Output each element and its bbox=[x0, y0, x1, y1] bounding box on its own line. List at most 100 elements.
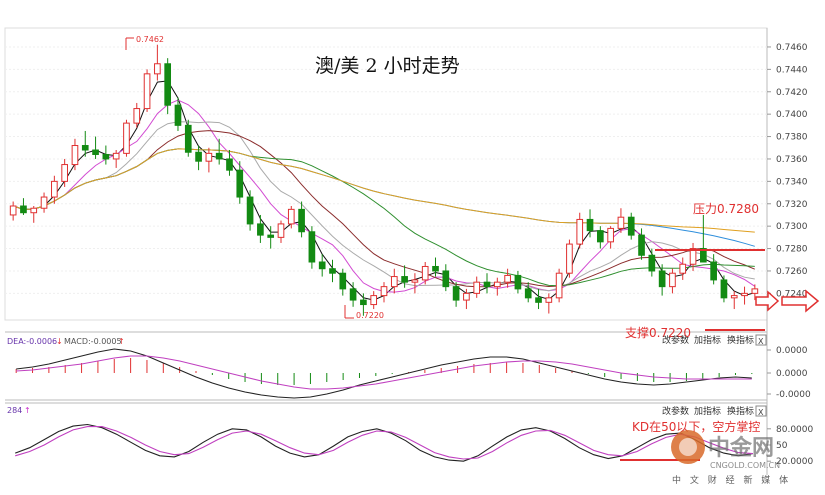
candle-body bbox=[215, 152, 223, 160]
candle-body bbox=[257, 223, 264, 236]
candle-body bbox=[102, 153, 110, 160]
candle-body bbox=[143, 73, 151, 110]
candle-body bbox=[401, 276, 408, 283]
candle-body bbox=[154, 63, 161, 75]
candle-body bbox=[421, 265, 429, 281]
candle-body bbox=[40, 196, 48, 209]
chart-title: 澳/美 2 小时走势 bbox=[315, 55, 460, 77]
candle-body bbox=[627, 216, 635, 236]
candle-body bbox=[195, 151, 202, 162]
kd-toolbar: 改参数 加指标 换指标 X bbox=[662, 405, 767, 417]
candle-body bbox=[236, 169, 244, 198]
candle-body bbox=[535, 297, 542, 303]
candle-body bbox=[524, 288, 532, 299]
macd-replace-button[interactable]: 换指标 bbox=[727, 334, 754, 346]
candle-body bbox=[483, 281, 491, 288]
y-tick-label: 0.7360 bbox=[776, 155, 808, 165]
candle-body bbox=[679, 263, 687, 274]
y-axis-macd: 0.0000 0.0000 -0.0000 bbox=[767, 346, 811, 400]
candle-body bbox=[308, 231, 316, 263]
candle-body bbox=[411, 279, 419, 283]
y-tick-label: 50 bbox=[776, 441, 788, 451]
candle-body bbox=[92, 149, 99, 155]
candle-body bbox=[463, 292, 470, 301]
kd-label: 284 bbox=[7, 406, 22, 415]
watermark-tagline: 中 文 财 经 新 媒 体 bbox=[672, 474, 791, 486]
candles bbox=[9, 44, 759, 316]
candle-body bbox=[30, 207, 38, 214]
moving-average-lines bbox=[13, 80, 756, 301]
candle-body bbox=[277, 223, 285, 238]
kd-replace-button[interactable]: 换指标 bbox=[727, 405, 754, 417]
y-tick-label: 0.7460 bbox=[776, 43, 808, 53]
candle-body bbox=[318, 261, 326, 270]
candle-body bbox=[20, 205, 27, 214]
chart-canvas: 0.7460 0.7440 0.7420 0.7400 0.7380 0.7360 0.73… bbox=[4, 27, 820, 486]
candle-body bbox=[9, 205, 17, 216]
y-tick-label: 20.0000 bbox=[776, 457, 813, 467]
candle-body bbox=[81, 145, 89, 151]
macd-plot bbox=[15, 348, 753, 399]
y-tick-label: 0.7280 bbox=[776, 245, 808, 255]
watermark-url: CNGOLD.COM.CN bbox=[710, 461, 780, 470]
candle-body bbox=[720, 279, 728, 299]
macd-params-button[interactable]: 改参数 bbox=[662, 334, 689, 346]
kd-arrow: ↑ bbox=[24, 406, 31, 415]
y-tick-label: 0.0000 bbox=[776, 346, 808, 356]
candle-body bbox=[287, 208, 295, 225]
candle-body bbox=[576, 218, 584, 245]
ma-black-line bbox=[13, 80, 755, 301]
candle-body bbox=[205, 152, 213, 162]
candle-body bbox=[452, 286, 460, 301]
ma-blue-line bbox=[13, 148, 755, 247]
candle-body bbox=[360, 299, 367, 306]
candle-body bbox=[184, 124, 192, 153]
candle-body bbox=[442, 270, 450, 288]
dea-label: DEA:-0.0006 bbox=[7, 337, 57, 346]
watermark-name: 中金网 bbox=[708, 435, 774, 461]
candle-body bbox=[596, 230, 604, 243]
candle-body bbox=[545, 297, 553, 303]
candle-body bbox=[555, 272, 563, 299]
ma-green-line bbox=[13, 148, 755, 287]
y-tick-label: 80.0000 bbox=[776, 425, 813, 435]
candle-body bbox=[730, 295, 738, 299]
candle-body bbox=[741, 292, 748, 297]
candle-body bbox=[493, 281, 501, 288]
candle-body bbox=[267, 234, 275, 238]
y-tick-label: 0.7400 bbox=[776, 110, 808, 120]
kd-add-button[interactable]: 加指标 bbox=[694, 405, 721, 417]
macd-close-icon: X bbox=[758, 337, 764, 346]
y-tick-label: 0.7420 bbox=[776, 88, 808, 98]
candle-body bbox=[607, 227, 614, 243]
candle-body bbox=[638, 234, 645, 256]
candle-body bbox=[133, 108, 141, 124]
candle-body bbox=[71, 145, 79, 166]
candle-body bbox=[504, 274, 511, 283]
candle-body bbox=[566, 243, 573, 274]
kd-close-icon: X bbox=[758, 408, 764, 417]
candle-body bbox=[669, 272, 676, 288]
y-tick-label: 0.7440 bbox=[776, 65, 808, 75]
macd-label: MACD:-0.0005 bbox=[64, 337, 122, 346]
candle-body bbox=[648, 254, 656, 272]
watermark-logo: 中金网 CNGOLD.COM.CN 中 文 财 经 新 媒 体 bbox=[671, 430, 791, 486]
low-label: 0.7220 bbox=[356, 311, 384, 320]
candle-body bbox=[751, 288, 759, 294]
dea-arrow: ↓ bbox=[56, 337, 63, 346]
candle-body bbox=[51, 180, 58, 198]
candle-body bbox=[390, 276, 398, 288]
y-tick-label: 0.7260 bbox=[776, 267, 808, 277]
y-tick-label: 0.7380 bbox=[776, 133, 808, 143]
y-tick-label: 0.7320 bbox=[776, 200, 808, 210]
kd-params-button[interactable]: 改参数 bbox=[662, 405, 689, 417]
macd-add-button[interactable]: 加指标 bbox=[694, 334, 721, 346]
macd-toolbar: 改参数 加指标 换指标 X bbox=[662, 334, 767, 346]
candle-body bbox=[329, 268, 336, 274]
candle-body bbox=[617, 216, 625, 229]
y-tick-label: 0.0000 bbox=[776, 369, 808, 379]
candle-body bbox=[586, 218, 594, 232]
y-tick-label: 0.7300 bbox=[776, 222, 808, 232]
candle-body bbox=[174, 104, 182, 126]
y-tick-label: -0.0000 bbox=[776, 390, 811, 400]
